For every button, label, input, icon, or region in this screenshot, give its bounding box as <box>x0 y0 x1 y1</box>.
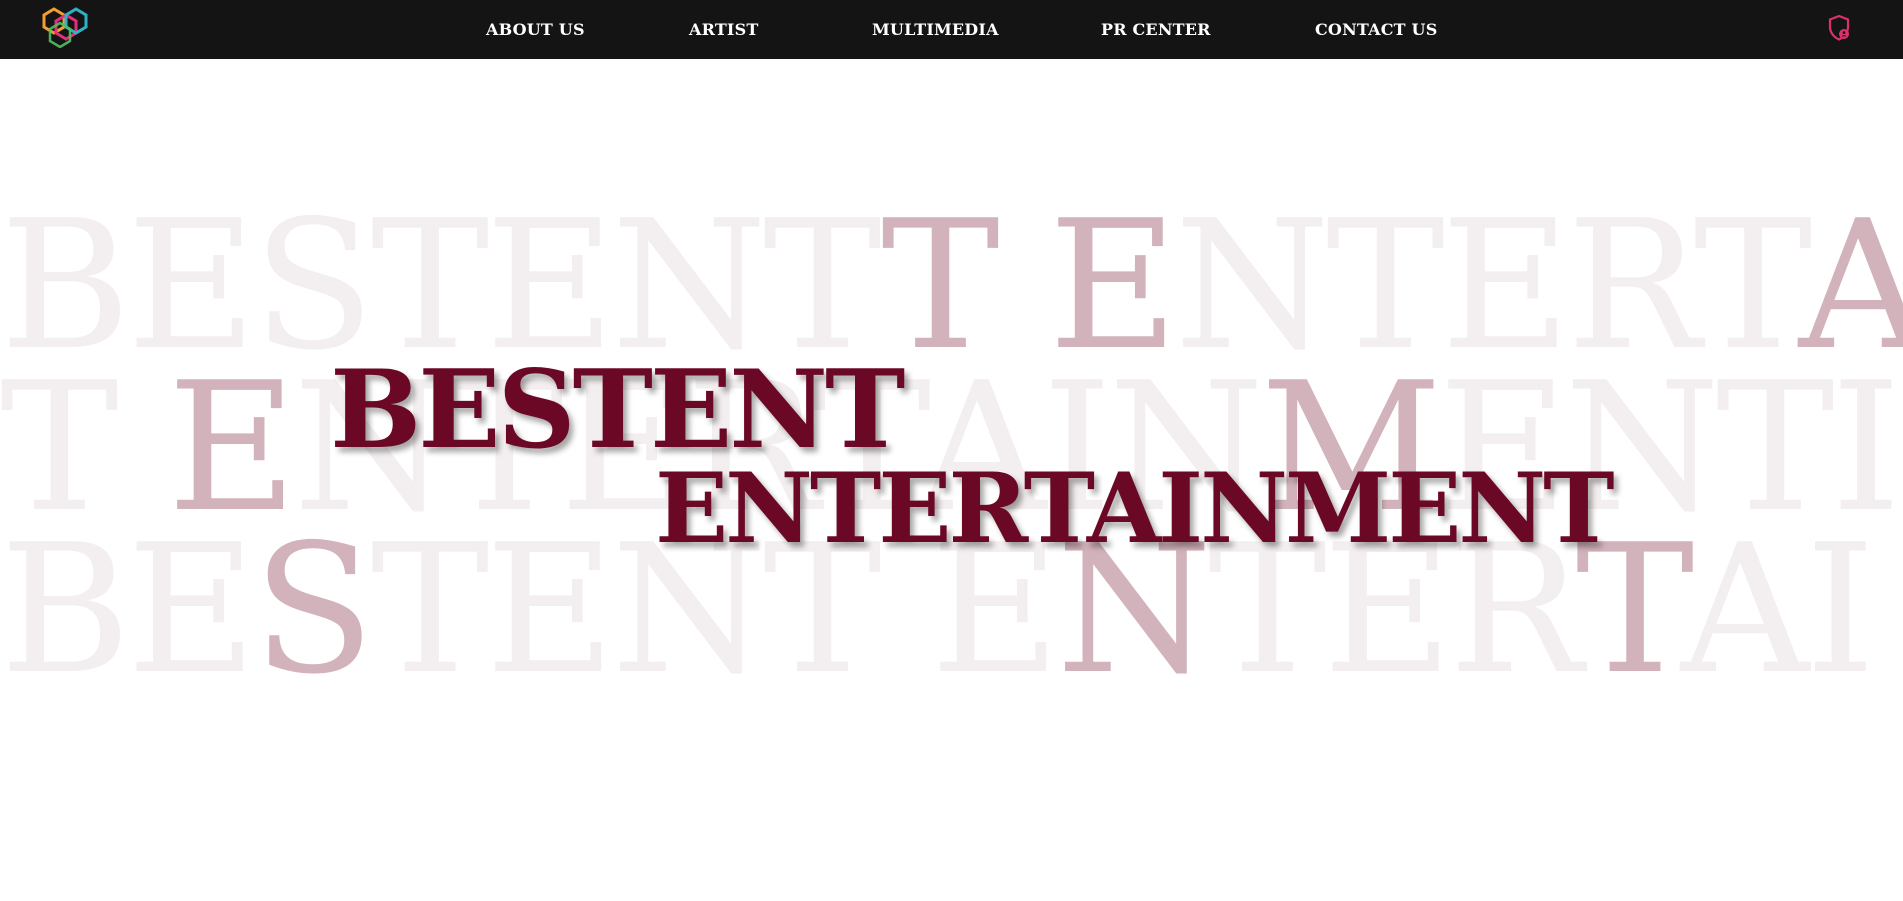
nav-contact-us[interactable]: CONTACT US <box>1315 20 1437 39</box>
top-navigation-bar: ABOUT US ARTIST MULTIMEDIA PR CENTER CON… <box>0 0 1903 59</box>
nav-about-us[interactable]: ABOUT US <box>486 20 585 39</box>
hero-title-line-2: ENTERTAINMENT <box>655 452 1615 565</box>
shield-user-icon[interactable] <box>1827 14 1851 42</box>
hero-title-line-1: BESTENT <box>330 347 905 473</box>
background-text-segment: BE <box>0 506 257 713</box>
background-text-segment: AI <box>1680 506 1876 713</box>
background-highlight-letter: S <box>252 506 375 713</box>
main-nav: ABOUT US ARTIST MULTIMEDIA PR CENTER CON… <box>0 0 1903 59</box>
hero-section: BESTENTT ENTERTAI T ENTERTAINMENTI BESTE… <box>0 59 1903 901</box>
nav-artist[interactable]: ARTIST <box>689 20 758 39</box>
nav-multimedia[interactable]: MULTIMEDIA <box>872 20 999 39</box>
nav-pr-center[interactable]: PR CENTER <box>1101 20 1211 39</box>
